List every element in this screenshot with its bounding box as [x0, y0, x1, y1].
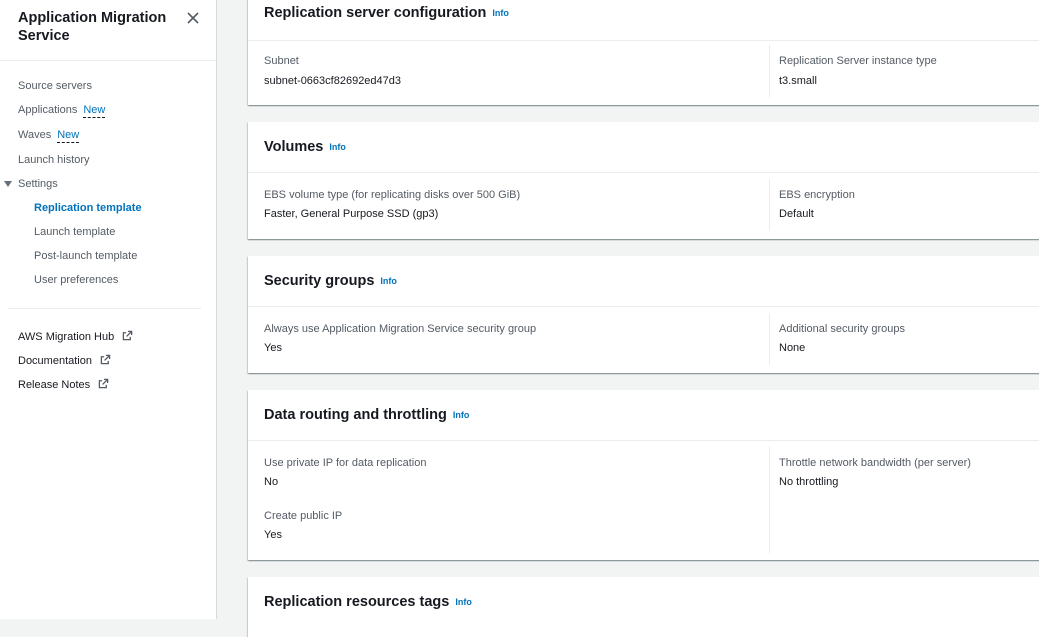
- sidebar-item-label: Documentation: [18, 355, 92, 367]
- sidebar-item-applications[interactable]: Applications New: [18, 103, 106, 118]
- card-title-text: Volumes: [264, 139, 324, 155]
- sidebar-item-label: Replication template: [34, 202, 142, 214]
- sidebar-item-label: Waves: [18, 129, 52, 141]
- sidebar-item-label: AWS Migration Hub: [18, 331, 115, 343]
- card-title-text: Replication resources tags: [264, 594, 450, 610]
- main-content: Replication server configuration Info Sub…: [217, 0, 1039, 637]
- card-title: Security groups Info: [264, 273, 397, 289]
- sidebar-link-release-notes[interactable]: Release Notes: [18, 378, 109, 392]
- card-title: Volumes Info: [264, 139, 346, 155]
- always-use-sg-label: Always use Application Migration Service…: [264, 323, 537, 335]
- close-icon[interactable]: [186, 11, 200, 25]
- card-title: Data routing and throttling Info: [264, 407, 469, 423]
- ebs-encryption-label: EBS encryption: [779, 189, 855, 201]
- sidebar-item-label: Applications: [18, 104, 78, 116]
- replication-server-card: Replication server configuration Info Sub…: [248, 0, 1039, 105]
- column-divider: [769, 313, 770, 365]
- sidebar-item-settings[interactable]: Settings: [18, 177, 58, 191]
- volumes-card: Volumes Info EBS volume type (for replica…: [248, 122, 1039, 239]
- info-link[interactable]: Info: [329, 142, 346, 152]
- sidebar-item-label: Post-launch template: [34, 250, 138, 262]
- info-link[interactable]: Info: [455, 597, 472, 607]
- additional-sg-label: Additional security groups: [779, 323, 905, 335]
- side-navigation: Application Migration Service Source ser…: [0, 0, 217, 619]
- caret-down-icon[interactable]: [4, 181, 12, 187]
- private-ip-label: Use private IP for data replication: [264, 457, 427, 469]
- sidebar-item-label: User preferences: [34, 274, 119, 286]
- external-link-icon: [122, 330, 133, 341]
- column-divider: [769, 447, 770, 553]
- sidebar-link-aws-migration-hub[interactable]: AWS Migration Hub: [18, 330, 133, 344]
- sidebar-item-launch-template[interactable]: Launch template: [34, 225, 115, 239]
- sidebar-divider: [0, 60, 216, 61]
- sidebar-title[interactable]: Application Migration Service: [18, 9, 178, 45]
- sidebar-item-launch-history[interactable]: Launch history: [18, 153, 90, 167]
- ebs-encryption-value: Default: [779, 208, 814, 220]
- sidebar-item-waves[interactable]: Waves New: [18, 128, 80, 143]
- column-divider: [769, 45, 770, 97]
- sidebar-item-replication-template[interactable]: Replication template: [34, 201, 142, 215]
- external-link-icon: [100, 354, 111, 365]
- resource-tags-card: Replication resources tags Info: [248, 577, 1039, 637]
- sidebar-item-label: Settings: [18, 178, 58, 190]
- card-header: Replication server configuration Info: [248, 0, 1039, 41]
- info-link[interactable]: Info: [380, 276, 397, 286]
- additional-sg-value: None: [779, 342, 806, 354]
- instance-type-label: Replication Server instance type: [779, 55, 937, 67]
- card-title-text: Data routing and throttling: [264, 407, 447, 423]
- card-title: Replication resources tags Info: [264, 594, 472, 610]
- data-routing-card: Data routing and throttling Info Use priv…: [248, 390, 1039, 560]
- sidebar-item-label: Launch history: [18, 154, 90, 166]
- column-divider: [769, 179, 770, 231]
- sidebar-link-documentation[interactable]: Documentation: [18, 354, 111, 368]
- ebs-volume-type-label: EBS volume type (for replicating disks o…: [264, 189, 521, 201]
- sidebar-item-label: Release Notes: [18, 379, 91, 391]
- sidebar-item-label: Launch template: [34, 226, 116, 238]
- info-link[interactable]: Info: [492, 8, 509, 18]
- sidebar-divider: [8, 308, 201, 309]
- subnet-label: Subnet: [264, 55, 299, 67]
- throttle-value: No throttling: [779, 476, 839, 488]
- card-header: Data routing and throttling Info: [248, 390, 1039, 441]
- new-badge[interactable]: New: [83, 104, 106, 118]
- sidebar-item-source-servers[interactable]: Source servers: [18, 79, 92, 93]
- security-groups-card: Security groups Info Always use Applicati…: [248, 256, 1039, 373]
- info-link[interactable]: Info: [453, 410, 470, 420]
- external-link-icon: [98, 378, 109, 389]
- card-title-text: Security groups: [264, 273, 375, 289]
- sidebar-item-user-preferences[interactable]: User preferences: [34, 273, 118, 287]
- card-title: Replication server configuration Info: [264, 5, 509, 21]
- sidebar-item-label: Source servers: [18, 80, 92, 92]
- ebs-volume-type-value: Faster, General Purpose SSD (gp3): [264, 208, 439, 220]
- sidebar-item-post-launch-template[interactable]: Post-launch template: [34, 249, 137, 263]
- card-title-text: Replication server configuration: [264, 5, 487, 21]
- private-ip-value: No: [264, 476, 279, 488]
- card-header: Security groups Info: [248, 256, 1039, 307]
- new-badge[interactable]: New: [57, 129, 80, 143]
- public-ip-label: Create public IP: [264, 510, 343, 522]
- subnet-value: subnet-0663cf82692ed47d3: [264, 75, 402, 87]
- instance-type-value: t3.small: [779, 75, 817, 87]
- public-ip-value: Yes: [264, 529, 282, 541]
- throttle-label: Throttle network bandwidth (per server): [779, 457, 971, 469]
- always-use-sg-value: Yes: [264, 342, 282, 354]
- card-header: Volumes Info: [248, 122, 1039, 173]
